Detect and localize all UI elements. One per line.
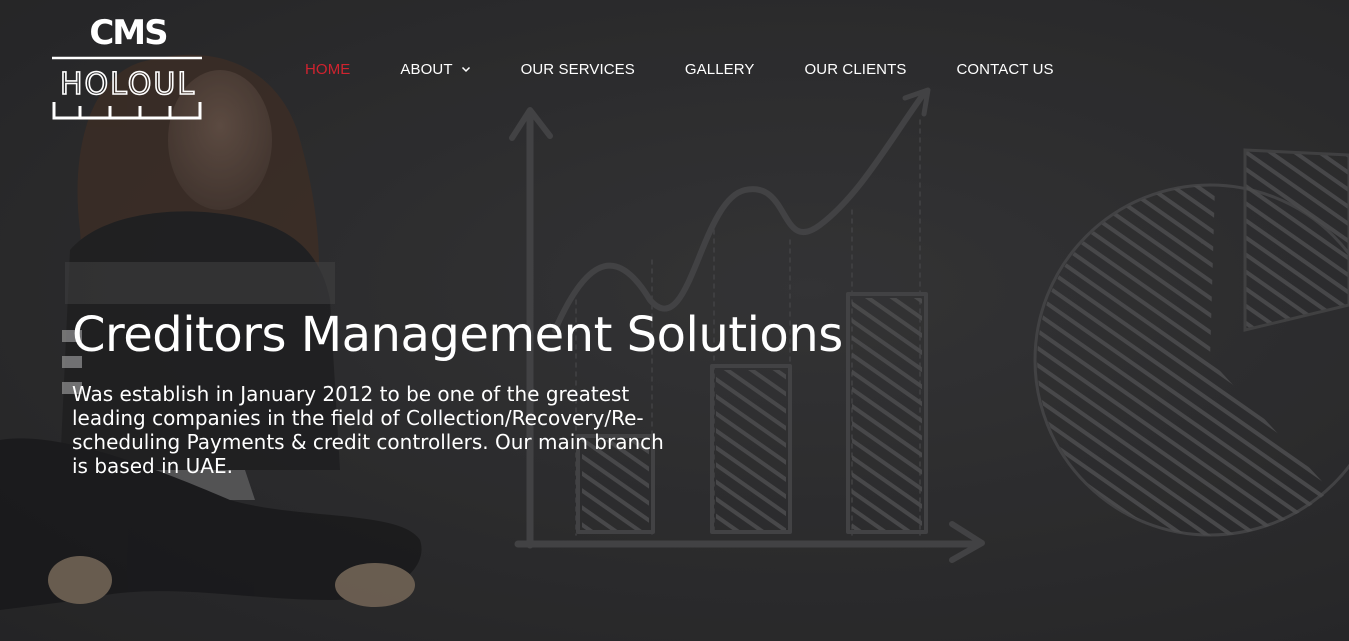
nav-item-label: OUR CLIENTS [804, 60, 907, 78]
hero-section: CMS HOLOUL HOME ABOUT OUR SERVICES GALLE… [0, 0, 1349, 641]
nav-item-contact-us[interactable]: CONTACT US [956, 61, 1053, 78]
logo-holoul-text: HOLOUL [60, 67, 196, 102]
nav-item-label: OUR SERVICES [520, 60, 635, 78]
nav-item-gallery[interactable]: GALLERY [685, 61, 755, 78]
nav-item-our-clients[interactable]: OUR CLIENTS [805, 61, 907, 78]
chevron-down-icon [461, 66, 470, 73]
nav-item-label: ABOUT [400, 60, 453, 78]
logo-cms-text: CMS [89, 14, 166, 53]
nav-item-label: CONTACT US [956, 60, 1054, 78]
hero-title: Creditors Management Solutions [72, 307, 843, 363]
cms-holoul-logo[interactable]: CMS HOLOUL [50, 14, 206, 126]
nav-item-label: HOME [305, 60, 351, 78]
nav-item-our-services[interactable]: OUR SERVICES [521, 61, 635, 78]
nav-item-home[interactable]: HOME [305, 61, 350, 78]
nav-item-about[interactable]: ABOUT [400, 61, 470, 78]
hero-description: Was establish in January 2012 to be one … [72, 382, 664, 478]
main-navigation: HOME ABOUT OUR SERVICES GALLERY OUR CLIE… [305, 58, 1104, 80]
nav-item-label: GALLERY [684, 60, 755, 78]
